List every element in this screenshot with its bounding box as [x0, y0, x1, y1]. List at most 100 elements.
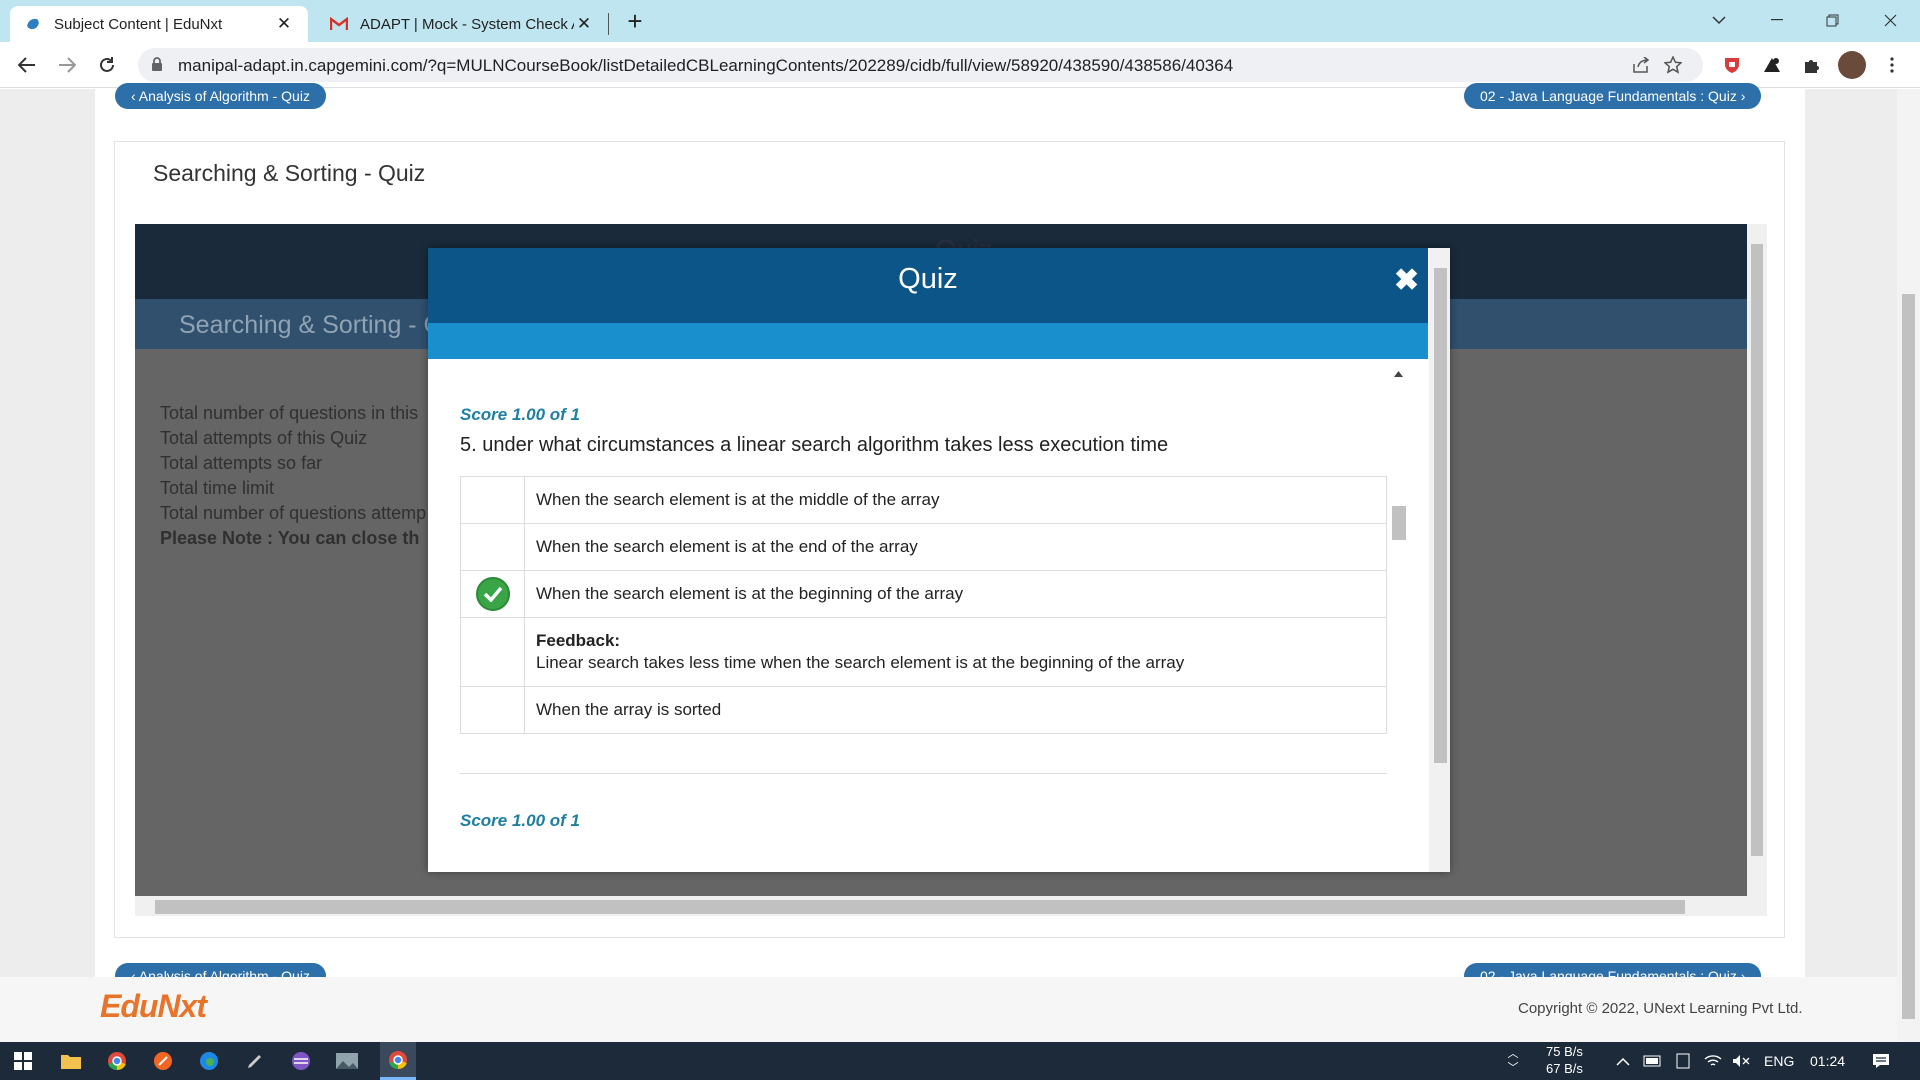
info-line: Total number of questions attemp [160, 503, 427, 523]
question-body: Score 1.00 of 1 5. under what circumstan… [428, 359, 1428, 872]
omnibox[interactable]: manipal-adapt.in.capgemini.com/?q=MULNCo… [138, 48, 1703, 82]
tab-subject-content[interactable]: Subject Content | EduNxt ✕ [10, 6, 308, 42]
quiz-info-list: Total number of questions in this Total … [160, 401, 426, 551]
score-text: Score 1.00 of 1 [460, 405, 581, 424]
file-explorer-icon[interactable] [58, 1048, 84, 1074]
share-icon[interactable] [1630, 55, 1652, 75]
scrollbar-thumb[interactable] [1392, 506, 1406, 540]
profile-avatar[interactable] [1837, 50, 1867, 80]
scrollbar-thumb[interactable] [1902, 294, 1915, 1019]
option-text: When the array is sorted [536, 700, 722, 719]
avatar [1838, 51, 1866, 79]
language-indicator[interactable]: ENG [1764, 1053, 1794, 1069]
close-tab-icon[interactable]: ✕ [574, 14, 594, 34]
option-mark [461, 618, 525, 686]
close-window-button[interactable] [1868, 4, 1912, 36]
page-gutter-right [1805, 89, 1897, 977]
url-text[interactable]: manipal-adapt.in.capgemini.com/?q=MULNCo… [178, 56, 1233, 76]
app-orange-icon[interactable] [150, 1048, 176, 1074]
forward-button[interactable] [52, 50, 82, 80]
option-mark [461, 477, 525, 523]
minimize-button[interactable] [1755, 4, 1799, 36]
new-tab-button[interactable]: + [622, 6, 648, 36]
page-viewport: ‹ Analysis of Algorithm - Quiz 02 - Java… [0, 83, 1920, 1042]
option-mark [461, 687, 525, 733]
browser-menu-icon[interactable] [1877, 50, 1907, 80]
next-quiz-link[interactable]: 02 - Java Language Fundamentals : Quiz › [1464, 83, 1762, 109]
chrome-icon[interactable] [104, 1048, 130, 1074]
photos-app-icon[interactable] [334, 1048, 360, 1074]
edge-icon[interactable] [196, 1048, 222, 1074]
frame-vertical-scrollbar[interactable] [1747, 224, 1767, 896]
restore-button[interactable] [1810, 4, 1854, 36]
info-line: Total attempts of this Quiz [160, 428, 368, 448]
modal-header: Quiz ✖ [428, 248, 1428, 323]
scroll-up-arrow-icon[interactable] [1394, 371, 1403, 377]
wifi-icon[interactable] [1700, 1048, 1726, 1074]
chrome-active-icon[interactable] [380, 1042, 416, 1080]
back-button[interactable] [12, 50, 42, 80]
tab-adapt-mock[interactable]: ADAPT | Mock - System Check As ✕ [318, 6, 606, 42]
option-row-correct: When the search element is at the beginn… [461, 571, 1386, 618]
option-row: When the search element is at the end of… [461, 524, 1386, 571]
option-text: When the search element is at the middle… [536, 490, 940, 509]
gmail-favicon-icon [330, 15, 348, 33]
scrollbar-thumb[interactable] [1751, 244, 1763, 856]
prev-quiz-link[interactable]: ‹ Analysis of Algorithm - Quiz [115, 83, 326, 109]
scrollbar-thumb[interactable] [155, 900, 1685, 914]
network-arrows-icon: ︿ ﹀ [1507, 1048, 1519, 1074]
close-icon[interactable]: ✖ [1394, 263, 1419, 298]
scrollbar-thumb[interactable] [1434, 268, 1447, 763]
close-tab-icon[interactable]: ✕ [274, 14, 294, 34]
tab-title: Subject Content | EduNxt [54, 15, 223, 33]
extension-shield-icon[interactable] [1717, 50, 1747, 80]
edunxt-favicon-icon [24, 15, 42, 33]
question-text: 5. under what circumstances a linear sea… [460, 434, 1169, 456]
reload-button[interactable] [92, 50, 122, 80]
info-line: Total number of questions in this [160, 403, 419, 423]
modal-title: Quiz [898, 263, 958, 295]
tab-search-icon[interactable] [1697, 4, 1741, 36]
page-title: Searching & Sorting - Quiz [153, 160, 426, 186]
please-note: Please Note : You can close th [160, 528, 420, 548]
windows-taskbar: ︿ ﹀ 75 B/s 67 B/s ENG 01:24 [0, 1042, 1920, 1080]
modal-scrollbar[interactable] [1429, 248, 1450, 872]
page-gutter-left [0, 89, 95, 977]
volume-muted-icon[interactable] [1728, 1048, 1754, 1074]
tab-separator [608, 13, 609, 35]
pen-app-icon[interactable] [242, 1048, 268, 1074]
network-down-speed: 67 B/s [1546, 1061, 1583, 1076]
option-row: When the search element is at the middle… [461, 477, 1386, 524]
feedback-text: Linear search takes less time when the s… [536, 653, 1185, 672]
notification-center-icon[interactable] [1868, 1048, 1894, 1074]
page-scrollbar[interactable] [1897, 89, 1920, 1042]
footer: EduNxt Copyright © 2022, UNext Learning … [0, 977, 1897, 1042]
lock-icon[interactable] [151, 57, 163, 77]
option-mark [461, 524, 525, 570]
tray-chevron-icon[interactable] [1610, 1048, 1636, 1074]
question-scrollbar[interactable] [1389, 369, 1408, 872]
purple-app-icon[interactable] [288, 1048, 314, 1074]
extensions-puzzle-icon[interactable] [1797, 50, 1827, 80]
battery-icon[interactable] [1640, 1048, 1666, 1074]
next-score-text: Score 1.00 of 1 [460, 811, 581, 830]
frame-horizontal-scrollbar[interactable] [135, 896, 1767, 916]
options-table: When the search element is at the middle… [460, 476, 1387, 734]
option-row: When the array is sorted [461, 687, 1386, 733]
option-mark [461, 571, 525, 617]
edunxt-logo: EduNxt [100, 988, 207, 1024]
option-text: When the search element is at the end of… [536, 537, 918, 556]
bookmark-star-icon[interactable] [1662, 55, 1684, 75]
correct-check-icon [475, 577, 510, 611]
question-divider [460, 773, 1387, 774]
address-bar-row: manipal-adapt.in.capgemini.com/?q=MULNCo… [0, 42, 1920, 88]
feedback-row: Feedback: Linear search takes less time … [461, 618, 1386, 687]
feedback: Feedback: Linear search takes less time … [525, 618, 1195, 686]
scorm-subtitle: Searching & Sorting - Q [179, 311, 444, 339]
info-line: Total attempts so far [160, 453, 323, 473]
quiz-modal: Quiz ✖ Score 1.00 of 1 5. under what cir… [428, 248, 1450, 872]
clock-time[interactable]: 01:24 [1810, 1053, 1845, 1069]
notes-icon[interactable] [1670, 1048, 1696, 1074]
windows-start-icon[interactable] [10, 1048, 36, 1074]
extension-dark-icon[interactable] [1757, 50, 1787, 80]
